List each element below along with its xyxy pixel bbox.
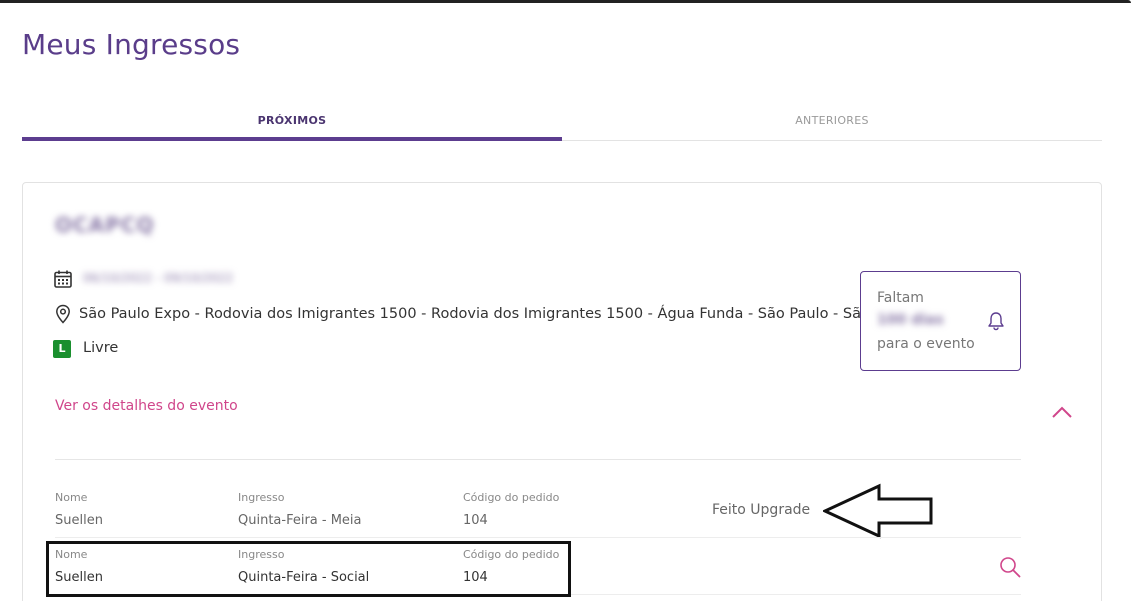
row-divider [55, 594, 1021, 595]
ticket-type: Quinta-Feira - Meia [238, 513, 362, 528]
column-name-label: Nome [55, 548, 88, 561]
column-name-label: Nome [55, 491, 88, 504]
rating-badge: L [53, 340, 71, 358]
event-date: 06/10/2022 - 09/10/2022 [83, 271, 234, 285]
event-address: São Paulo Expo - Rodovia dos Imigrantes … [79, 306, 914, 322]
tab-anteriores[interactable]: ANTERIORES [562, 104, 1102, 140]
column-order-label: Código do pedido [463, 491, 560, 504]
section-divider [55, 459, 1021, 460]
event-card: OCAPCQ 06/10/2022 - 09/10/2022 São Paulo… [22, 182, 1102, 601]
countdown-box: Faltam 100 dias para o evento [860, 271, 1021, 371]
calendar-icon [54, 270, 72, 288]
order-code: 104 [463, 570, 488, 585]
column-ticket-label: Ingresso [238, 548, 285, 561]
ticket-holder-name: Suellen [55, 513, 103, 528]
bell-icon[interactable] [985, 310, 1007, 332]
row-divider [55, 537, 1021, 538]
order-code: 104 [463, 513, 488, 528]
search-icon[interactable] [998, 555, 1022, 579]
countdown-label-top: Faltam [877, 290, 924, 306]
event-name: OCAPCQ [55, 213, 155, 237]
ticket-holder-name: Suellen [55, 570, 103, 585]
column-order-label: Código do pedido [463, 548, 560, 561]
column-ticket-label: Ingresso [238, 491, 285, 504]
chevron-up-icon[interactable] [1051, 405, 1073, 419]
location-pin-icon [56, 304, 70, 324]
upgrade-status: Feito Upgrade [712, 502, 811, 518]
window-top-edge [0, 0, 1131, 3]
event-details-link[interactable]: Ver os detalhes do evento [55, 398, 238, 414]
tab-proximos[interactable]: PRÓXIMOS [22, 104, 562, 141]
page-title: Meus Ingressos [22, 28, 241, 61]
rating-label: Livre [83, 340, 119, 356]
ticket-type: Quinta-Feira - Social [238, 570, 370, 585]
countdown-label-bottom: para o evento [877, 336, 975, 352]
countdown-days: 100 dias [877, 312, 944, 328]
ticket-row: Nome Suellen Ingresso Quinta-Feira - Soc… [55, 540, 1021, 596]
tab-bar: PRÓXIMOS ANTERIORES [22, 104, 1102, 141]
arrow-left-annotation [823, 483, 933, 539]
